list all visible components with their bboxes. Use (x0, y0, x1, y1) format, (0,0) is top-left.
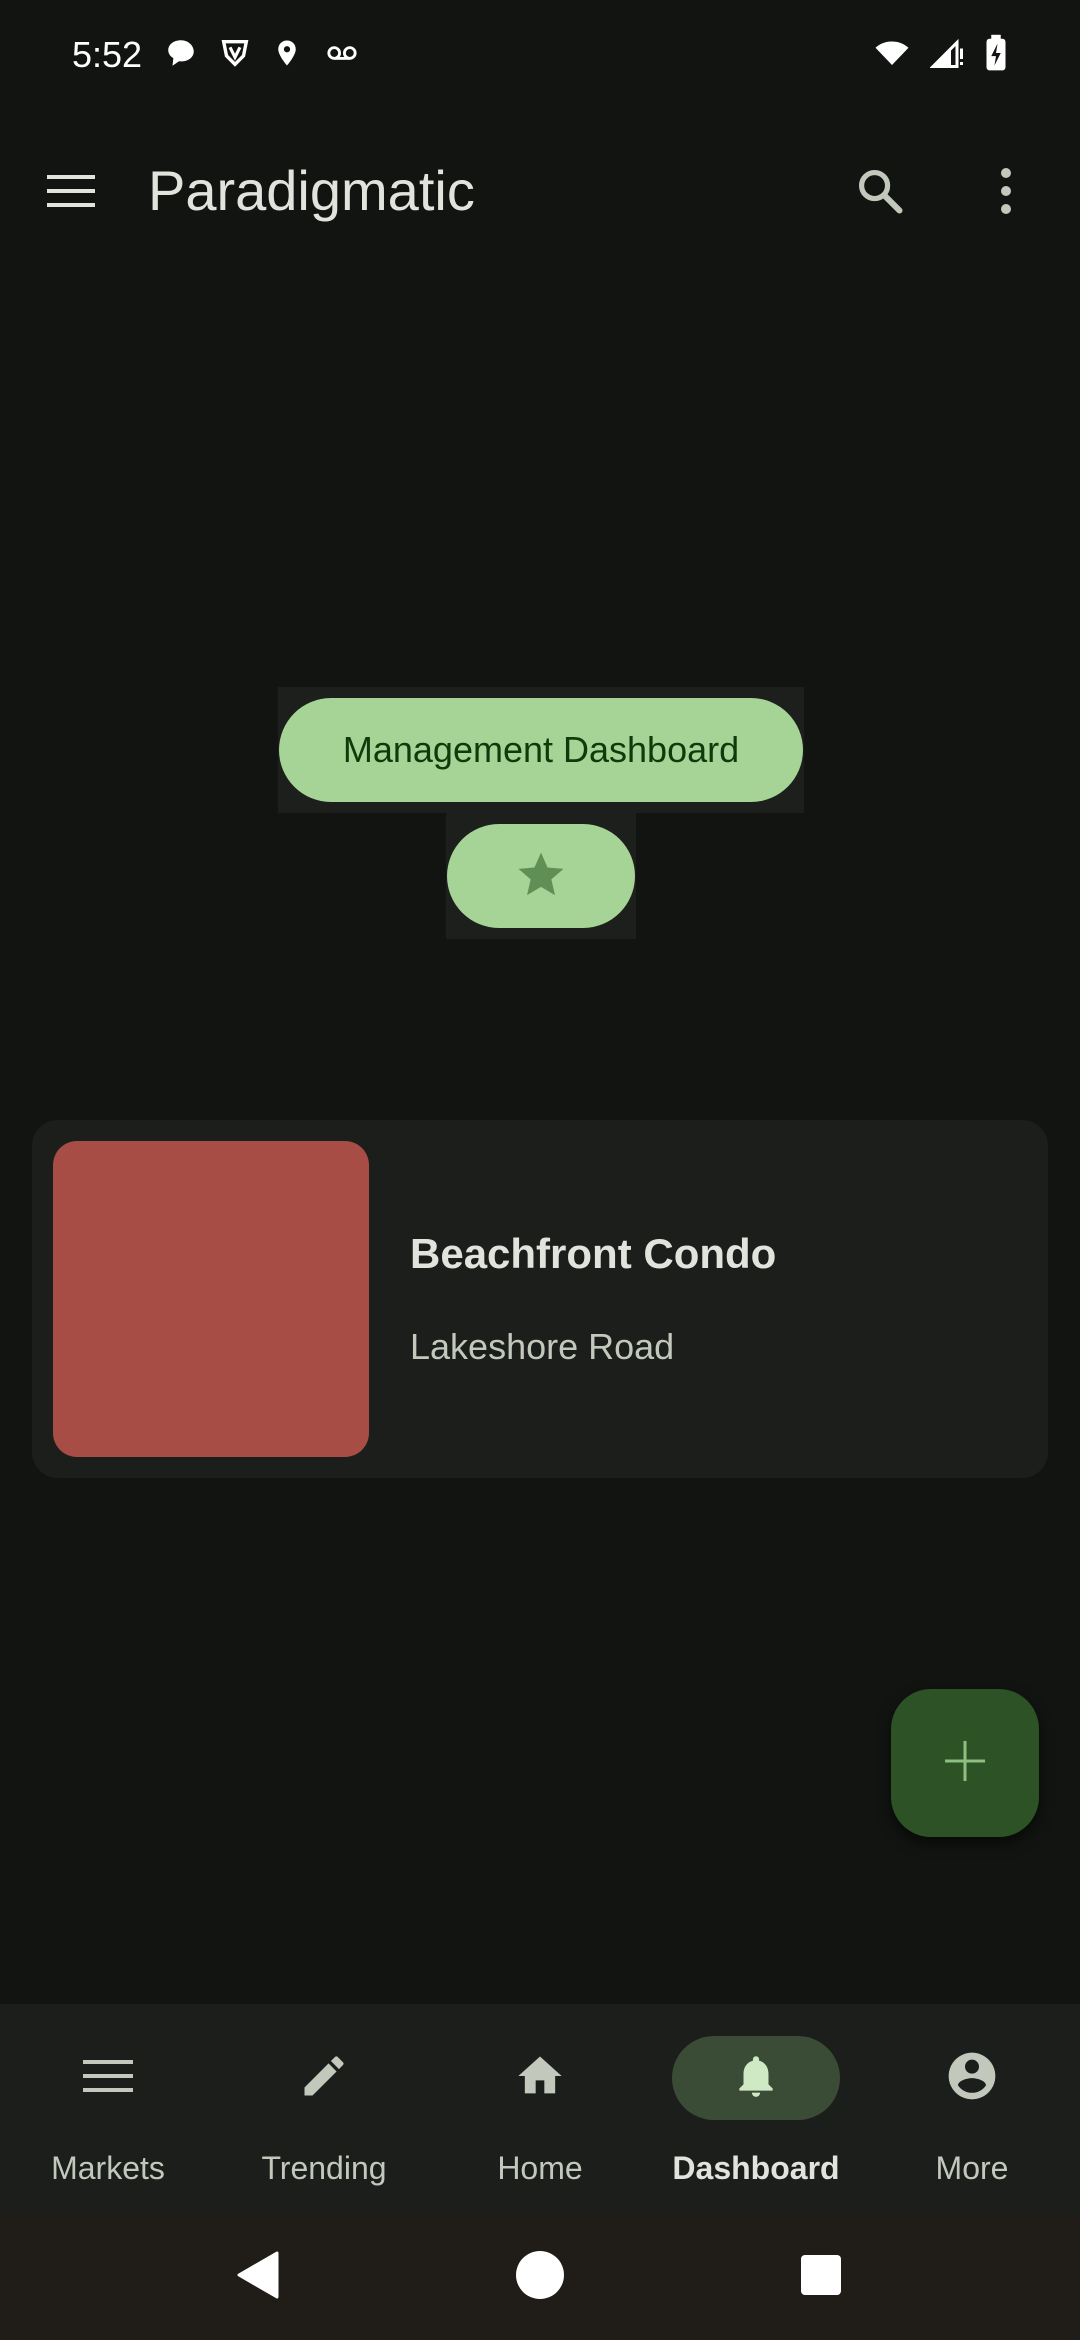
system-navigation-bar (0, 2214, 1080, 2340)
nav-item-trending[interactable]: Trending (216, 2004, 432, 2214)
location-pin-icon (272, 36, 302, 75)
nav-item-markets[interactable]: Markets (0, 2004, 216, 2214)
nav-item-dashboard[interactable]: Dashboard (648, 2004, 864, 2214)
home-icon (514, 2050, 566, 2107)
recents-button[interactable] (781, 2237, 861, 2317)
primary-button-container: Management Dashboard (278, 687, 804, 813)
star-button[interactable] (447, 824, 635, 928)
property-title: Beachfront Condo (410, 1230, 777, 1277)
nav-label-trending: Trending (261, 2150, 387, 2186)
property-image (53, 1141, 369, 1457)
property-address: Lakeshore Road (410, 1326, 675, 1367)
status-icons-left (164, 36, 362, 75)
back-triangle-icon (235, 2250, 281, 2305)
menu-button[interactable] (40, 161, 104, 225)
management-dashboard-button[interactable]: Management Dashboard (279, 698, 803, 802)
status-icons-right (872, 34, 1008, 77)
nav-indicator (888, 2036, 1056, 2120)
nav-indicator (240, 2036, 408, 2120)
nav-label-more: More (935, 2150, 1009, 2186)
nav-label-home: Home (497, 2150, 583, 2186)
menu-icon (47, 171, 97, 216)
add-fab-button[interactable] (891, 1689, 1039, 1837)
nav-indicator (456, 2036, 624, 2120)
management-dashboard-label: Management Dashboard (342, 729, 740, 770)
status-bar: 5:52 (0, 0, 1080, 110)
nav-item-more[interactable]: More (864, 2004, 1080, 2214)
search-icon (854, 165, 906, 222)
back-button[interactable] (218, 2237, 298, 2317)
home-system-button[interactable] (500, 2237, 580, 2317)
cell-signal-icon (929, 35, 966, 76)
status-time: 5:52 (72, 34, 143, 75)
search-button[interactable] (848, 161, 912, 225)
bell-icon (731, 2049, 781, 2108)
pencil-icon (298, 2050, 350, 2107)
wifi-icon (872, 35, 912, 76)
recents-square-icon (799, 2253, 843, 2302)
nav-label-markets: Markets (51, 2150, 165, 2186)
more-vert-icon (998, 167, 1014, 220)
nav-item-home[interactable]: Home (432, 2004, 648, 2214)
nav-indicator (24, 2036, 192, 2120)
chat-bubble-icon (164, 36, 198, 75)
voicemail-icon (322, 36, 362, 75)
more-options-button[interactable] (974, 161, 1038, 225)
home-circle-icon (514, 2249, 566, 2306)
star-button-container (446, 813, 636, 939)
app-title: Paradigmatic (148, 159, 475, 222)
battery-charging-icon (984, 34, 1008, 77)
lines-icon (83, 2058, 133, 2099)
nav-label-dashboard: Dashboard (672, 2150, 840, 2186)
nav-indicator-active (672, 2036, 840, 2120)
star-icon (514, 847, 568, 906)
property-card[interactable]: Beachfront Condo Lakeshore Road (32, 1120, 1048, 1478)
top-app-bar: Paradigmatic (0, 130, 1080, 256)
shield-v-icon (218, 36, 252, 75)
plus-icon (943, 1739, 987, 1788)
bottom-navigation: Markets Trending Home Dashboard More (0, 2004, 1080, 2214)
account-circle-icon (944, 2048, 1000, 2109)
